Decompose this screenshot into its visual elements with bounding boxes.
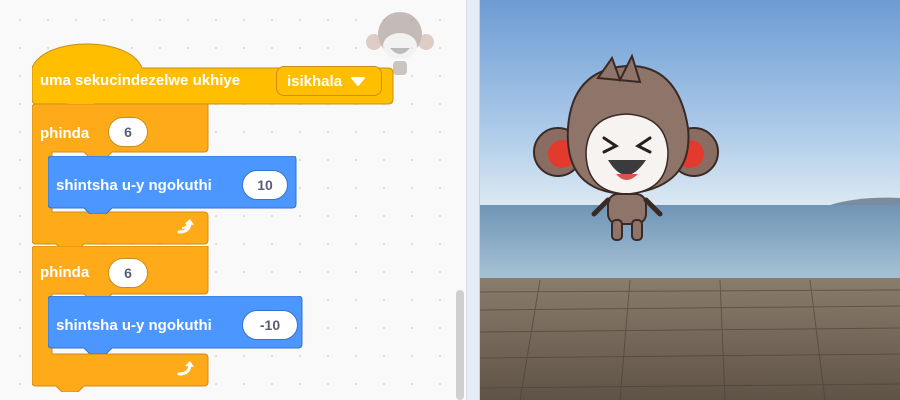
repeat-label-2: phinda	[40, 264, 90, 281]
repeat-count-input-1[interactable]: 6	[108, 117, 148, 147]
code-workspace[interactable]: uma sekucindezelwe ukhiye isikhala phind…	[0, 0, 466, 400]
key-dropdown-value: isikhala	[287, 72, 343, 90]
loop-arrow-icon	[177, 361, 194, 376]
change-y-label-2: shintsha u-y ngokuthi	[56, 317, 212, 334]
repeat-label-1: phinda	[40, 125, 90, 142]
when-key-pressed-label: uma sekucindezelwe ukhiye	[40, 72, 241, 89]
panel-divider	[466, 0, 480, 400]
key-dropdown[interactable]: isikhala	[276, 66, 382, 96]
chevron-down-icon	[351, 77, 366, 86]
monkey-sprite[interactable]	[528, 48, 728, 244]
change-y-label-1: shintsha u-y ngokuthi	[56, 177, 212, 194]
workspace-scrollbar[interactable]	[456, 290, 464, 400]
repeat-count-input-2[interactable]: 6	[108, 258, 148, 288]
change-y-value-input-2[interactable]: -10	[242, 310, 298, 340]
loop-arrow-icon	[177, 219, 194, 234]
change-y-value-input-1[interactable]: 10	[242, 170, 288, 200]
stage[interactable]	[480, 0, 900, 400]
